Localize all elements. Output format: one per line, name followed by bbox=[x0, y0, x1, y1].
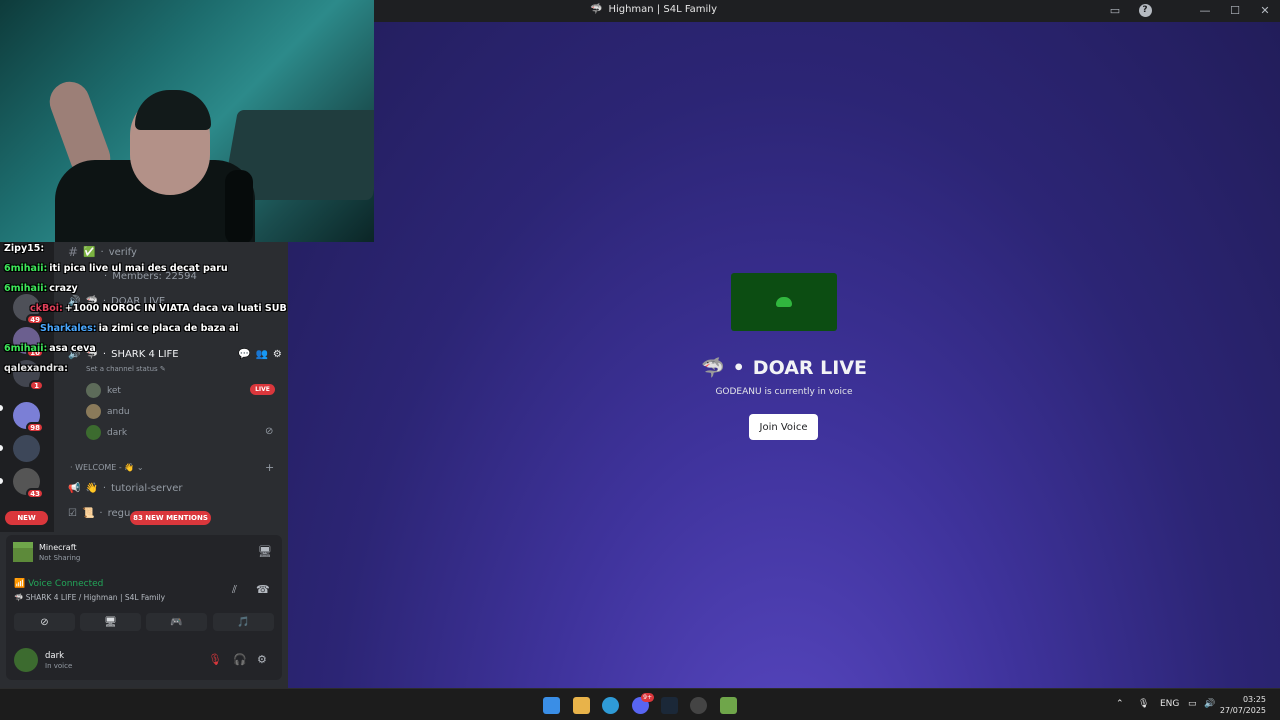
close-icon[interactable]: ✕ bbox=[1258, 3, 1272, 17]
user-panel: dark In voice 🎙 🎧 ⚙ bbox=[6, 640, 282, 680]
stream-game-icon[interactable]: 🖥 bbox=[258, 545, 272, 558]
voice-channel-view: 🦈 • DOAR LIVE GODEANU is currently in vo… bbox=[288, 22, 1280, 688]
screen-share-button[interactable]: 🖥 bbox=[80, 613, 141, 631]
chevron-up-icon[interactable]: ⌃ bbox=[1116, 699, 1124, 709]
live-badge: LIVE bbox=[250, 384, 275, 395]
server-icon[interactable]: 98 bbox=[13, 402, 44, 433]
shark-icon: 🦈 bbox=[14, 593, 24, 602]
scroll-icon: 📜 bbox=[81, 508, 95, 519]
taskbar: 9+ ⌃ 🎙 ENG ▭ 🔊 03:25 27/07/2025 bbox=[0, 688, 1280, 720]
pencil-icon: ✎ bbox=[159, 365, 166, 373]
server-icon[interactable] bbox=[13, 435, 40, 462]
minecraft-icon bbox=[13, 542, 33, 562]
language-indicator[interactable]: ENG bbox=[1160, 699, 1179, 709]
voice-status-text: GODEANU is currently in voice bbox=[715, 387, 853, 397]
avatar bbox=[86, 383, 101, 398]
avatar bbox=[86, 425, 101, 440]
activity-panel: Minecraft Not Sharing 🖥 bbox=[6, 535, 282, 575]
category-welcome[interactable]: · WELCOME - 👋 ⌄ bbox=[70, 463, 144, 472]
camera-off-button[interactable]: ⊘ bbox=[14, 613, 75, 631]
mic-muted-icon[interactable]: 🎙 bbox=[208, 653, 222, 666]
chat-message: ckBoi: +1000 NOROC IN VIATA daca va luati… bbox=[30, 303, 287, 314]
file-explorer-icon[interactable] bbox=[573, 697, 590, 714]
username: dark bbox=[45, 651, 65, 661]
megaphone-icon: 📢 bbox=[68, 483, 81, 494]
chat-message: 6mihaii: crazy bbox=[4, 283, 78, 294]
hash-icon: # bbox=[68, 245, 79, 259]
camera-off-icon: ⊘ bbox=[40, 616, 49, 628]
inbox-icon[interactable]: ▭ bbox=[1108, 3, 1122, 17]
rules-icon: ☑ bbox=[68, 508, 77, 519]
unread-pill bbox=[0, 478, 3, 484]
window-title: 🦈 Highman | S4L Family bbox=[590, 4, 718, 15]
channel-verify[interactable]: # ✅ · verify bbox=[68, 245, 137, 259]
shark-icon: 🦈 bbox=[700, 357, 725, 379]
channel-actions: 💬 👥 ⚙ bbox=[238, 349, 282, 360]
voice-preview-thumbnail bbox=[731, 273, 837, 331]
network-icon[interactable]: ▭ bbox=[1188, 699, 1197, 709]
join-voice-button[interactable]: Join Voice bbox=[749, 414, 818, 440]
webcam-overlay bbox=[0, 0, 374, 242]
voice-location[interactable]: 🦈 SHARK 4 LIFE / Highman | S4L Family bbox=[14, 593, 165, 602]
activity-name: Minecraft bbox=[39, 543, 77, 552]
avatar bbox=[86, 404, 101, 419]
voice-user[interactable]: ket bbox=[86, 383, 121, 398]
gamepad-icon: 🎮 bbox=[170, 616, 183, 628]
title-bar-controls: ▭ ? — ☐ ✕ bbox=[1108, 3, 1272, 17]
channel-tutorial-server[interactable]: 📢 👋 · tutorial-server bbox=[68, 483, 182, 494]
headphones-icon[interactable]: 🎧 bbox=[233, 653, 247, 666]
new-servers-badge[interactable]: NEW bbox=[5, 511, 48, 525]
chat-icon[interactable]: 💬 bbox=[238, 349, 250, 360]
voice-connected-title: 📶 Voice Connected bbox=[14, 579, 104, 589]
activities-button[interactable]: 🎮 bbox=[146, 613, 207, 631]
voice-connected-panel: 📶 Voice Connected 🦈 SHARK 4 LIFE / Highm… bbox=[6, 575, 282, 640]
maximize-icon[interactable]: ☐ bbox=[1228, 3, 1242, 17]
gear-icon[interactable]: ⚙ bbox=[273, 349, 282, 360]
unread-pill bbox=[0, 445, 3, 451]
minimize-icon[interactable]: — bbox=[1198, 3, 1212, 17]
server-icon: 🦈 bbox=[590, 4, 603, 15]
unread-pill bbox=[0, 405, 3, 411]
add-channel-icon[interactable]: + bbox=[265, 461, 274, 474]
new-mentions-badge[interactable]: 83 NEW MENTIONS bbox=[130, 511, 211, 525]
edge-browser-icon[interactable] bbox=[602, 697, 619, 714]
microphone-icon[interactable]: 🎙 bbox=[1138, 699, 1149, 709]
clock[interactable]: 03:25 27/07/2025 bbox=[1220, 694, 1266, 716]
help-icon[interactable]: ? bbox=[1138, 3, 1152, 17]
screen-share-icon: 🖥 bbox=[104, 616, 117, 628]
chat-message: Zipy15: bbox=[4, 243, 45, 254]
voice-channel-title: 🦈 • DOAR LIVE bbox=[700, 356, 868, 380]
signal-icon: 📶 bbox=[14, 579, 26, 589]
app-icon[interactable] bbox=[690, 697, 707, 714]
disconnect-icon[interactable]: ☎ bbox=[256, 583, 270, 596]
soundboard-icon: 🎵 bbox=[237, 616, 250, 628]
invite-icon[interactable]: 👥 bbox=[255, 349, 267, 360]
windows-start-icon[interactable] bbox=[543, 697, 560, 714]
chat-message: Sharkales: ia zimi ce placa de baza ai bbox=[40, 323, 239, 334]
volume-icon[interactable]: 🔊 bbox=[1204, 699, 1215, 709]
soundboard-button[interactable]: 🎵 bbox=[213, 613, 274, 631]
chat-message: 6mihaii: iti pica live ul mai des decat p… bbox=[4, 263, 228, 274]
noise-suppression-icon[interactable]: ⫽ bbox=[232, 583, 237, 597]
discord-icon[interactable]: 9+ bbox=[632, 693, 654, 714]
activity-status: Not Sharing bbox=[39, 554, 81, 562]
voice-user[interactable]: andu bbox=[86, 404, 130, 419]
chat-message: qalexandra: bbox=[4, 363, 68, 374]
chat-message: 6mihaii: asa ceva bbox=[4, 343, 96, 354]
channel-reguli[interactable]: ☑ 📜 · regu bbox=[68, 508, 130, 519]
muted-icon: ⊘ bbox=[265, 426, 274, 437]
wave-icon: 👋 bbox=[85, 483, 98, 494]
minecraft-icon[interactable] bbox=[720, 697, 737, 714]
voice-user[interactable]: dark bbox=[86, 425, 127, 440]
server-icon[interactable]: 43 bbox=[13, 468, 44, 499]
steam-icon[interactable] bbox=[661, 697, 678, 714]
avatar[interactable] bbox=[14, 648, 38, 672]
check-icon: ✅ bbox=[83, 246, 96, 258]
gear-icon[interactable]: ⚙ bbox=[257, 653, 267, 666]
channel-status-setter[interactable]: Set a channel status ✎ bbox=[86, 365, 166, 373]
user-status: In voice bbox=[45, 662, 73, 670]
